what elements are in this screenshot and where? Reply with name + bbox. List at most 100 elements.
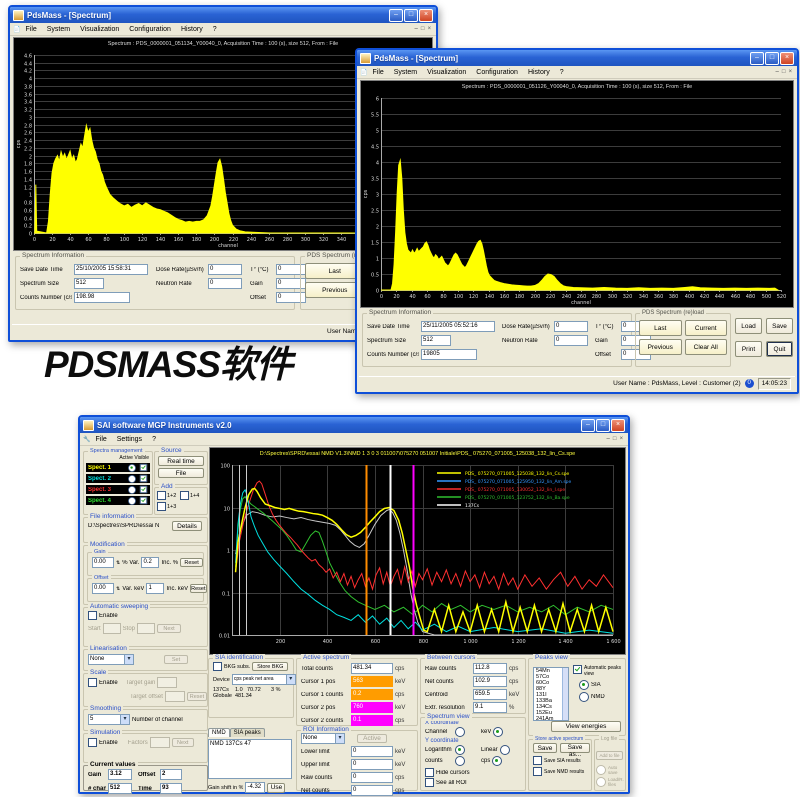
save-nmd-results-checkbox[interactable] xyxy=(533,767,542,776)
add-checkbox-1-4[interactable] xyxy=(180,491,189,500)
field-value[interactable]: 0.2 xyxy=(351,689,393,700)
title-bar[interactable]: SAI software MGP Instruments v2.0 –□× xyxy=(80,417,628,433)
visible-checkbox[interactable] xyxy=(140,497,147,504)
mdi-restore-icon[interactable]: □ xyxy=(782,69,786,75)
field-value[interactable]: 198.98 xyxy=(74,292,130,303)
spectrum-row-spect-3[interactable]: Spect. 3 xyxy=(86,485,150,494)
device-select[interactable]: cps peak net area xyxy=(232,674,296,685)
save-button[interactable]: Save xyxy=(533,743,557,753)
visible-checkbox[interactable] xyxy=(140,475,147,482)
save-button[interactable]: Save xyxy=(766,318,793,334)
offset-value[interactable]: 0.00 xyxy=(92,583,114,594)
real-time-button[interactable]: Real time xyxy=(158,456,204,466)
tab-nmd[interactable]: NMD xyxy=(208,728,230,737)
clear-all-button[interactable]: Clear All xyxy=(685,339,728,355)
quit-button[interactable]: Quit xyxy=(766,341,793,357)
field-value[interactable]: 0 xyxy=(208,278,242,289)
counts-radio[interactable] xyxy=(455,756,465,766)
active-radio[interactable] xyxy=(128,475,136,483)
field-value[interactable]: 0 xyxy=(351,785,393,796)
current-button[interactable]: Current xyxy=(685,320,728,336)
spectrum-row-spect-2[interactable]: Spect. 2 xyxy=(86,474,150,483)
hide-cursors-checkbox[interactable] xyxy=(425,768,434,777)
add-checkbox-1-2[interactable] xyxy=(157,491,166,500)
gain-inc-value[interactable]: 0.2 xyxy=(141,557,159,568)
maximize-button[interactable]: □ xyxy=(596,419,610,432)
field-value[interactable]: 0.1 xyxy=(351,715,393,726)
close-button[interactable]: × xyxy=(780,52,794,65)
mdi-minimize-icon[interactable]: – xyxy=(415,26,418,32)
sweeping-enable-checkbox[interactable] xyxy=(88,611,97,620)
previous-button[interactable]: Previous xyxy=(639,339,682,355)
field-value[interactable]: 25/10/2005 15:58:31 xyxy=(74,264,148,275)
menu-item-file[interactable]: File xyxy=(367,69,388,76)
field-value[interactable]: 0 xyxy=(554,335,588,346)
use-button[interactable]: Use xyxy=(267,783,285,793)
menu-item-configuration[interactable]: Configuration xyxy=(124,26,176,33)
see-all-roi-checkbox[interactable] xyxy=(425,778,434,787)
load-button[interactable]: Load xyxy=(735,318,762,334)
menu-item-settings[interactable]: Settings xyxy=(112,436,147,443)
field-value[interactable]: 19805 xyxy=(421,349,477,360)
logarithm-radio[interactable] xyxy=(455,745,465,755)
field-value[interactable]: 0 xyxy=(351,772,393,783)
visible-checkbox[interactable] xyxy=(140,464,147,471)
automatic-peaks-view-checkbox[interactable] xyxy=(573,665,582,674)
menu-item-file[interactable]: File xyxy=(90,436,111,443)
menu-item-file[interactable]: File xyxy=(20,26,41,33)
view-energies-button[interactable]: View energies xyxy=(551,721,621,732)
field-value[interactable]: 25/11/2005 05:52:16 xyxy=(421,321,495,332)
field-value[interactable]: 481.34 xyxy=(351,663,393,674)
visible-checkbox[interactable] xyxy=(140,486,147,493)
field-value[interactable]: 512 xyxy=(421,335,451,346)
scale-enable-checkbox[interactable] xyxy=(88,678,97,687)
active-radio[interactable] xyxy=(128,497,136,505)
mdi-minimize-icon[interactable]: – xyxy=(607,436,610,442)
minimize-button[interactable]: – xyxy=(750,52,764,65)
offset-reset-button[interactable]: Reset xyxy=(190,584,206,593)
bkg-subs-checkbox[interactable] xyxy=(213,662,222,671)
field-value[interactable]: 659.5 xyxy=(473,689,507,700)
field-value[interactable]: 0 xyxy=(208,264,242,275)
field-value[interactable]: 512 xyxy=(74,278,104,289)
file-button[interactable]: File xyxy=(158,468,204,478)
menu-item-system[interactable]: System xyxy=(42,26,75,33)
close-button[interactable]: × xyxy=(611,419,625,432)
field-value[interactable]: 9.1 xyxy=(473,702,507,713)
field-value[interactable]: 102.9 xyxy=(473,676,507,687)
spectrum-row-spect-1[interactable]: Spect. 1 xyxy=(86,463,150,472)
cps-radio[interactable] xyxy=(492,756,502,766)
active-radio[interactable] xyxy=(128,464,136,472)
menu-item-system[interactable]: System xyxy=(389,69,422,76)
spectrum-row-spect-4[interactable]: Spect. 4 xyxy=(86,496,150,505)
store-bkg-button[interactable]: Store BKG xyxy=(252,662,288,671)
roi-select[interactable]: None xyxy=(301,733,345,744)
menu-item-[interactable]: ? xyxy=(555,69,569,76)
offset-inc-value[interactable]: 1 xyxy=(146,583,164,594)
peaks-listbox[interactable]: 54Mn57Co60Co88Y131I133Ba134Cs152Eu241Am1… xyxy=(533,667,569,721)
field-value[interactable]: 760 xyxy=(351,702,393,713)
menu-item-[interactable]: ? xyxy=(147,436,161,443)
mdi-close-icon[interactable]: × xyxy=(788,69,792,75)
linear-radio[interactable] xyxy=(500,745,510,755)
gain-value[interactable]: 0.00 xyxy=(92,557,114,568)
menu-item-history[interactable]: History xyxy=(176,26,208,33)
maximize-button[interactable]: □ xyxy=(765,52,779,65)
menu-item-[interactable]: ? xyxy=(208,26,222,33)
mdi-minimize-icon[interactable]: – xyxy=(776,69,779,75)
title-bar[interactable]: PdsMass - [Spectrum] –□× xyxy=(357,50,797,66)
menu-item-history[interactable]: History xyxy=(523,69,555,76)
save-sia-results-checkbox[interactable] xyxy=(533,756,542,765)
close-button[interactable]: × xyxy=(419,9,433,22)
kev-radio[interactable] xyxy=(493,727,503,737)
simulation-enable-checkbox[interactable] xyxy=(88,738,97,747)
field-value[interactable]: 112.8 xyxy=(473,663,507,674)
minimize-button[interactable]: – xyxy=(581,419,595,432)
print-button[interactable]: Print xyxy=(735,341,762,357)
linearisation-select[interactable]: None xyxy=(88,654,134,665)
add-checkbox-1-3[interactable] xyxy=(157,502,166,511)
maximize-button[interactable]: □ xyxy=(404,9,418,22)
last-button[interactable]: Last xyxy=(639,320,682,336)
mdi-close-icon[interactable]: × xyxy=(427,26,431,32)
menu-item-visualization[interactable]: Visualization xyxy=(422,69,471,76)
